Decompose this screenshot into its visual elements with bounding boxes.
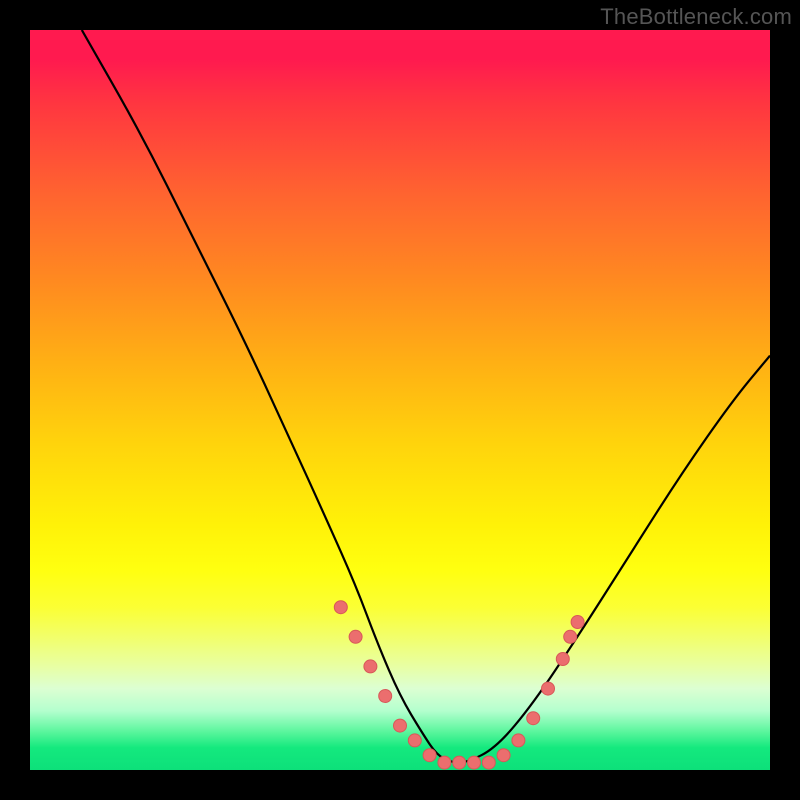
data-marker: [542, 682, 555, 695]
data-marker: [379, 690, 392, 703]
bottleneck-curve: [82, 30, 770, 763]
watermark-text: TheBottleneck.com: [600, 4, 792, 30]
plot-area: [30, 30, 770, 770]
data-marker: [349, 630, 362, 643]
data-marker: [527, 712, 540, 725]
data-marker: [364, 660, 377, 673]
data-marker: [482, 756, 495, 769]
data-marker: [564, 630, 577, 643]
data-marker: [438, 756, 451, 769]
data-marker: [571, 616, 584, 629]
data-marker: [556, 653, 569, 666]
data-marker: [468, 756, 481, 769]
data-marker: [497, 749, 510, 762]
data-marker: [512, 734, 525, 747]
chart-svg: [30, 30, 770, 770]
data-marker: [394, 719, 407, 732]
data-marker: [408, 734, 421, 747]
data-marker: [334, 601, 347, 614]
data-marker: [453, 756, 466, 769]
chart-frame: TheBottleneck.com: [0, 0, 800, 800]
data-marker: [423, 749, 436, 762]
